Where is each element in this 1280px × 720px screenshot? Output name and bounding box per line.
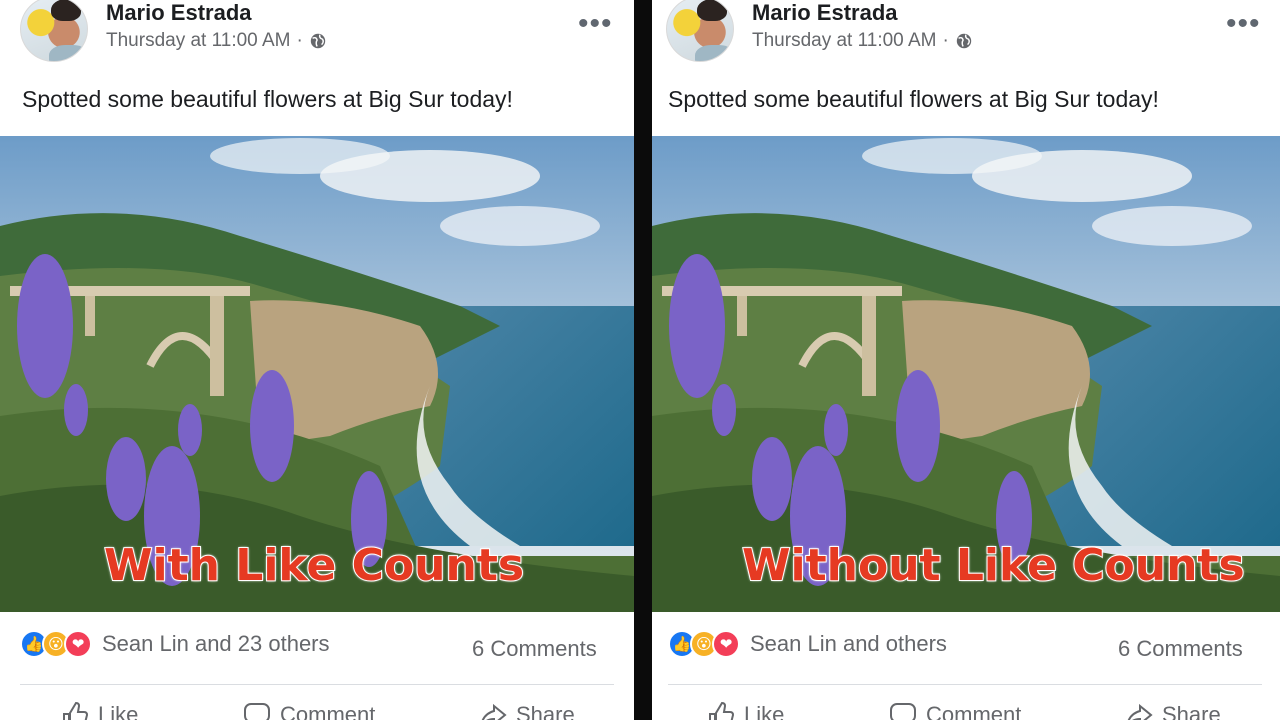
comment-icon <box>890 703 916 720</box>
post-caption: Spotted some beautiful flowers at Big Su… <box>668 86 1159 112</box>
author-avatar[interactable] <box>666 0 734 62</box>
meta-separator: · <box>942 30 949 51</box>
comments-count[interactable]: 6 Comments <box>472 636 597 662</box>
share-button[interactable]: Share <box>1124 700 1221 720</box>
share-label: Share <box>516 702 575 720</box>
like-label: Like <box>98 702 139 720</box>
globe-icon <box>955 32 973 50</box>
like-button[interactable]: Like <box>60 700 138 720</box>
author-name[interactable]: Mario Estrada <box>106 0 252 26</box>
post-with-like-counts: Mario Estrada Thursday at 11:00 AM · •••… <box>0 0 634 720</box>
more-options-icon[interactable]: ••• <box>1226 9 1261 39</box>
post-timestamp[interactable]: Thursday at 11:00 AM <box>106 30 290 52</box>
actions-divider <box>20 684 614 685</box>
reaction-summary[interactable]: 👍 😮 ❤ Sean Lin and others <box>668 630 947 658</box>
reactions-text[interactable]: Sean Lin and others <box>750 631 947 657</box>
comment-icon <box>244 703 270 720</box>
comparison-label: With Like Counts <box>103 539 525 592</box>
comment-label: Comment <box>280 702 376 720</box>
post-timestamp[interactable]: Thursday at 11:00 AM <box>752 30 936 52</box>
post-without-like-counts: Mario Estrada Thursday at 11:00 AM · •••… <box>652 0 1280 720</box>
love-reaction-icon: ❤ <box>712 630 740 658</box>
like-button[interactable]: Like <box>706 700 784 720</box>
thumbs-up-icon <box>709 701 735 720</box>
comment-button[interactable]: Comment <box>242 700 375 720</box>
share-button[interactable]: Share <box>478 700 575 720</box>
reactions-text[interactable]: Sean Lin and 23 others <box>102 631 330 657</box>
reaction-summary[interactable]: 👍 😮 ❤ Sean Lin and 23 others <box>20 630 330 658</box>
comments-count[interactable]: 6 Comments <box>1118 636 1243 662</box>
comment-button[interactable]: Comment <box>888 700 1021 720</box>
panel-divider <box>634 0 652 720</box>
share-icon <box>1127 703 1153 720</box>
love-reaction-icon: ❤ <box>64 630 92 658</box>
post-meta: Thursday at 11:00 AM · <box>106 30 327 52</box>
actions-divider <box>668 684 1262 685</box>
like-label: Like <box>744 702 785 720</box>
author-avatar[interactable] <box>20 0 88 62</box>
post-header: Mario Estrada Thursday at 11:00 AM · <box>666 0 1280 66</box>
globe-icon <box>309 32 327 50</box>
comparison-label: Without Like Counts <box>741 539 1246 592</box>
meta-separator: · <box>296 30 303 51</box>
post-meta: Thursday at 11:00 AM · <box>752 30 973 52</box>
post-header: Mario Estrada Thursday at 11:00 AM · <box>20 0 634 66</box>
post-caption: Spotted some beautiful flowers at Big Su… <box>22 86 513 112</box>
comment-label: Comment <box>926 702 1022 720</box>
thumbs-up-icon <box>63 701 89 720</box>
share-icon <box>481 703 507 720</box>
share-label: Share <box>1162 702 1221 720</box>
author-name[interactable]: Mario Estrada <box>752 0 898 26</box>
more-options-icon[interactable]: ••• <box>578 9 613 39</box>
